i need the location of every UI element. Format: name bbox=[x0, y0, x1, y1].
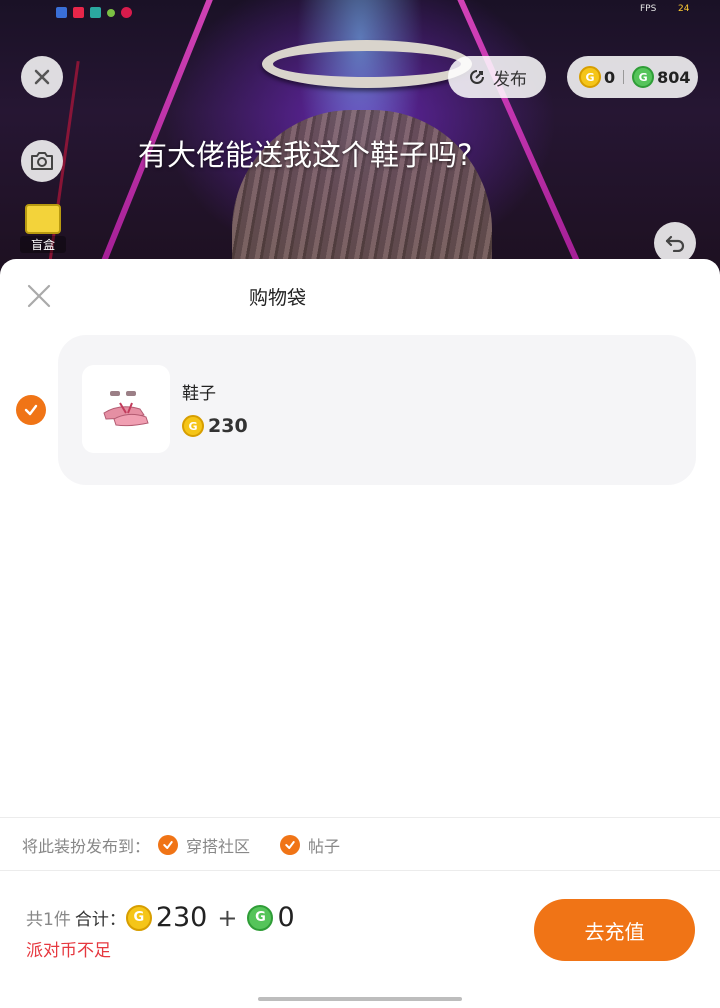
option-checkbox[interactable] bbox=[158, 835, 179, 855]
publish-option-outfit-community[interactable]: 穿搭社区 bbox=[158, 833, 250, 857]
item-count: 共1件 bbox=[26, 910, 71, 930]
close-icon bbox=[34, 69, 50, 85]
camera-button[interactable] bbox=[21, 140, 63, 182]
publish-option-post[interactable]: 帖子 bbox=[280, 833, 340, 857]
order-total: 共1件 合计： G 230 + G 0 bbox=[26, 902, 295, 933]
blind-box-label: 盲盒 bbox=[20, 236, 66, 253]
item-select-checkbox[interactable] bbox=[16, 395, 46, 425]
fps-value: 24 bbox=[678, 4, 690, 14]
checkmark-icon bbox=[24, 404, 38, 416]
camera-icon bbox=[31, 152, 53, 170]
status-bar-icons bbox=[56, 7, 132, 18]
checkmark-icon bbox=[285, 841, 295, 849]
app-notification-icon bbox=[107, 8, 115, 17]
gold-total: 230 bbox=[155, 902, 208, 933]
gold-coin-icon: G bbox=[125, 904, 152, 931]
avatar-scene: FPS 24 发布 G 0 G 804 有大佬能送我这个鞋子吗? 盲盒 bbox=[0, 0, 720, 280]
app-notification-icon bbox=[90, 7, 101, 18]
sheet-title: 购物袋 bbox=[248, 287, 306, 309]
app-notification-icon bbox=[121, 7, 132, 18]
option-label: 帖子 bbox=[308, 837, 341, 856]
green-coin-balance: 804 bbox=[657, 67, 691, 87]
divider bbox=[0, 870, 720, 871]
app-notification-icon bbox=[56, 7, 67, 18]
green-coin-icon: G bbox=[632, 66, 655, 88]
item-price: G 230 bbox=[182, 415, 248, 437]
insufficient-balance-warning: 派对币不足 bbox=[26, 941, 111, 961]
blind-box-icon bbox=[25, 204, 61, 234]
avatar-halo bbox=[262, 40, 472, 88]
fps-label: FPS bbox=[640, 4, 657, 14]
plus-sign: + bbox=[217, 903, 238, 932]
item-price-value: 230 bbox=[208, 415, 248, 437]
green-coin-icon: G bbox=[247, 904, 274, 931]
balance-divider bbox=[623, 70, 625, 84]
undo-button[interactable] bbox=[654, 222, 696, 264]
option-label: 穿搭社区 bbox=[186, 837, 251, 856]
green-total: 0 bbox=[277, 902, 295, 933]
total-label: 合计： bbox=[74, 910, 126, 930]
sandal-icon bbox=[103, 391, 149, 427]
cart-item[interactable]: 鞋子 G 230 bbox=[58, 335, 696, 485]
gold-coin-icon: G bbox=[182, 415, 204, 437]
publish-label: 发布 bbox=[493, 69, 527, 90]
publish-icon bbox=[470, 70, 484, 84]
item-name: 鞋子 bbox=[182, 384, 216, 404]
gold-coin-icon: G bbox=[579, 66, 601, 88]
item-thumbnail bbox=[82, 365, 170, 453]
publish-to-label: 将此装扮发布到： bbox=[22, 837, 151, 856]
checkmark-icon bbox=[163, 841, 173, 849]
currency-balance[interactable]: G 0 G 804 bbox=[567, 56, 698, 98]
recharge-button[interactable]: 去充值 bbox=[534, 899, 695, 961]
post-caption: 有大佬能送我这个鞋子吗? bbox=[138, 138, 473, 172]
home-indicator[interactable] bbox=[258, 997, 462, 1001]
undo-icon bbox=[665, 235, 685, 252]
gold-coin-balance: 0 bbox=[604, 67, 616, 87]
blind-box-button[interactable]: 盲盒 bbox=[20, 204, 66, 256]
close-scene-button[interactable] bbox=[21, 56, 63, 98]
option-checkbox[interactable] bbox=[280, 835, 301, 855]
publish-to-row: 将此装扮发布到： 穿搭社区 帖子 bbox=[22, 833, 340, 857]
app-notification-icon bbox=[73, 7, 84, 18]
publish-button[interactable]: 发布 bbox=[448, 56, 546, 98]
divider bbox=[0, 817, 720, 818]
shopping-bag-sheet: 购物袋 鞋子 G 230 将此装扮发布到： 穿搭社区 帖子 共1件 合计： G … bbox=[0, 259, 720, 1008]
